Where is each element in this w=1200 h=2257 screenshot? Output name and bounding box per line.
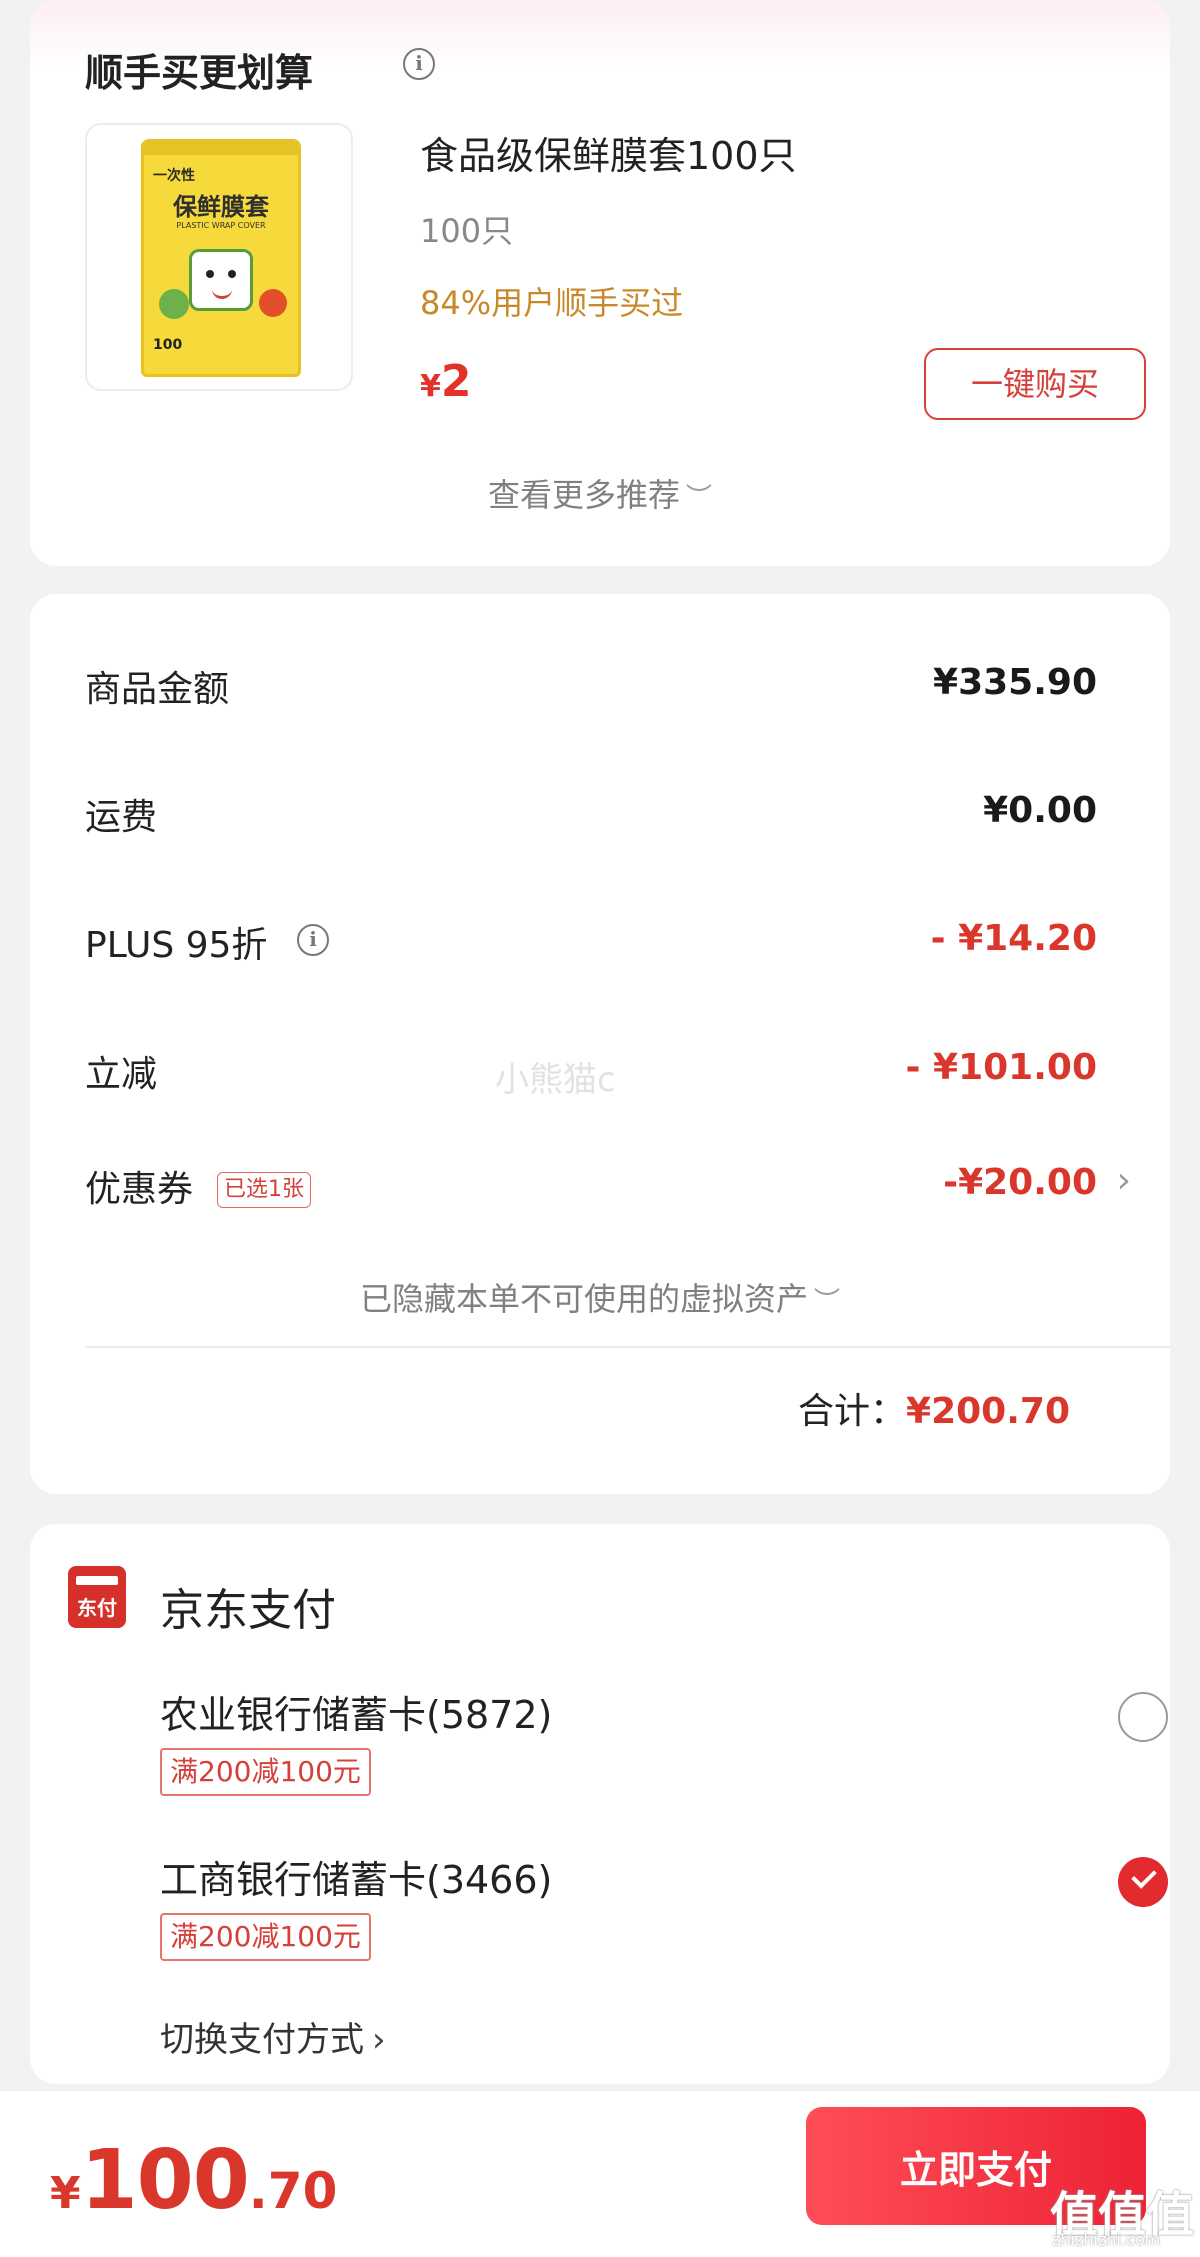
radio-checked-icon[interactable]: [1118, 1857, 1168, 1907]
more-recommendations-label: 查看更多推荐: [487, 476, 680, 514]
final-price: ¥100.70: [50, 2133, 337, 2228]
summary-value: ¥335.90: [933, 662, 1097, 703]
package-brand-text: 一次性: [153, 168, 195, 184]
chevron-down-icon: ︶: [814, 1287, 841, 1317]
total-label: 合计：: [798, 1391, 907, 1432]
order-total: 合计：¥200.70: [798, 1382, 1070, 1434]
product-thumbnail[interactable]: 一次性 保鲜膜套 PLASTIC WRAP COVER 100: [85, 123, 353, 391]
chevron-down-icon: ︶: [686, 483, 713, 513]
package-name-text: 保鲜膜套: [173, 193, 269, 221]
divider: [85, 1346, 1170, 1348]
more-recommendations-link[interactable]: 查看更多推荐 ︶: [30, 470, 1170, 516]
recommendation-title-text: 顺手买更划算: [85, 51, 314, 95]
checkout-bar: ¥100.70 立即支付: [0, 2090, 1200, 2257]
radio-unchecked-icon[interactable]: [1118, 1692, 1168, 1742]
price-value: 2: [440, 356, 472, 407]
bank-card-name: 农业银行储蓄卡(5872): [160, 1693, 553, 1737]
total-value: ¥200.70: [906, 1391, 1070, 1432]
summary-value: ¥0.00: [983, 790, 1097, 831]
product-purchase-hint: 84%用户顺手买过: [420, 284, 684, 322]
payment-option-abc[interactable]: 农业银行储蓄卡(5872) 满200减100元: [160, 1684, 1168, 1824]
summary-label: 优惠券: [85, 1169, 194, 1210]
price-currency: ¥: [420, 369, 441, 404]
watermark: 小熊猫c: [495, 1060, 616, 1100]
payment-title: 京东支付: [160, 1585, 336, 1636]
bank-card-name: 工商银行储蓄卡(3466): [160, 1858, 553, 1902]
switch-payment-method-link[interactable]: 切换支付方式 ›: [160, 2012, 386, 2061]
chevron-right-icon: ›: [372, 2020, 386, 2060]
jd-pay-logo-text: 东付: [77, 1596, 117, 1620]
info-icon[interactable]: i: [297, 924, 329, 956]
package-mascot-graphic: [189, 249, 253, 311]
info-icon[interactable]: i: [403, 48, 435, 80]
final-price-currency: ¥: [50, 2168, 81, 2219]
summary-label: 商品金额: [85, 669, 230, 710]
hidden-assets-label: 已隐藏本单不可使用的虚拟资产: [359, 1280, 808, 1318]
chevron-right-icon: ›: [1116, 1160, 1131, 1201]
product-package-image: 一次性 保鲜膜套 PLASTIC WRAP COVER 100: [141, 139, 301, 377]
product-spec: 100只: [420, 212, 514, 250]
payment-option-icbc[interactable]: 工商银行储蓄卡(3466) 满200减100元: [160, 1849, 1168, 1989]
bank-promo-badge: 满200减100元: [160, 1913, 371, 1961]
package-fruit-graphic: [259, 289, 287, 317]
product-name[interactable]: 食品级保鲜膜套100只: [420, 125, 797, 180]
bank-promo-badge: 满200减100元: [160, 1748, 371, 1796]
final-price-decimal: .70: [248, 2162, 338, 2220]
recommendation-title: 顺手买更划算 i: [85, 42, 435, 97]
site-watermark-url: zhizhizhi.com: [1052, 2230, 1161, 2249]
payment-method-card: 东付 京东支付 农业银行储蓄卡(5872) 满200减100元 工商银行储蓄卡(…: [30, 1524, 1170, 2084]
summary-row-coupon[interactable]: 优惠券 已选1张 -¥20.00 ›: [85, 1160, 1131, 1220]
summary-label: 立减: [85, 1054, 158, 1095]
switch-payment-label: 切换支付方式: [160, 2020, 364, 2060]
recommendation-card: 顺手买更划算 i 一次性 保鲜膜套 PLASTIC WRAP COVER 100…: [30, 0, 1170, 566]
summary-label: 运费: [85, 797, 158, 838]
order-summary-card: 商品金额 ¥335.90 运费 ¥0.00 PLUS 95折 i - ¥14.2…: [30, 594, 1170, 1494]
coupon-selected-badge: 已选1张: [217, 1172, 311, 1208]
summary-value: -¥20.00: [943, 1162, 1097, 1203]
jd-pay-logo-icon: 东付: [68, 1566, 126, 1628]
summary-label: PLUS 95折: [85, 925, 268, 966]
one-click-buy-button[interactable]: 一键购买: [924, 348, 1146, 420]
package-fruit-graphic: [159, 289, 189, 319]
summary-row-shipping: 运费 ¥0.00: [85, 788, 1097, 848]
final-price-integer: 100: [80, 2133, 250, 2228]
package-count-text: 100: [153, 337, 183, 353]
summary-row-plus-discount: PLUS 95折 i - ¥14.20: [85, 916, 1097, 976]
package-sub-text: PLASTIC WRAP COVER: [176, 221, 266, 230]
summary-value: - ¥101.00: [905, 1047, 1097, 1088]
hidden-assets-toggle[interactable]: 已隐藏本单不可使用的虚拟资产 ︶: [30, 1274, 1170, 1320]
summary-row-goods-amount: 商品金额 ¥335.90: [85, 660, 1097, 720]
product-price: ¥2: [420, 356, 472, 407]
summary-value: - ¥14.20: [930, 918, 1097, 959]
